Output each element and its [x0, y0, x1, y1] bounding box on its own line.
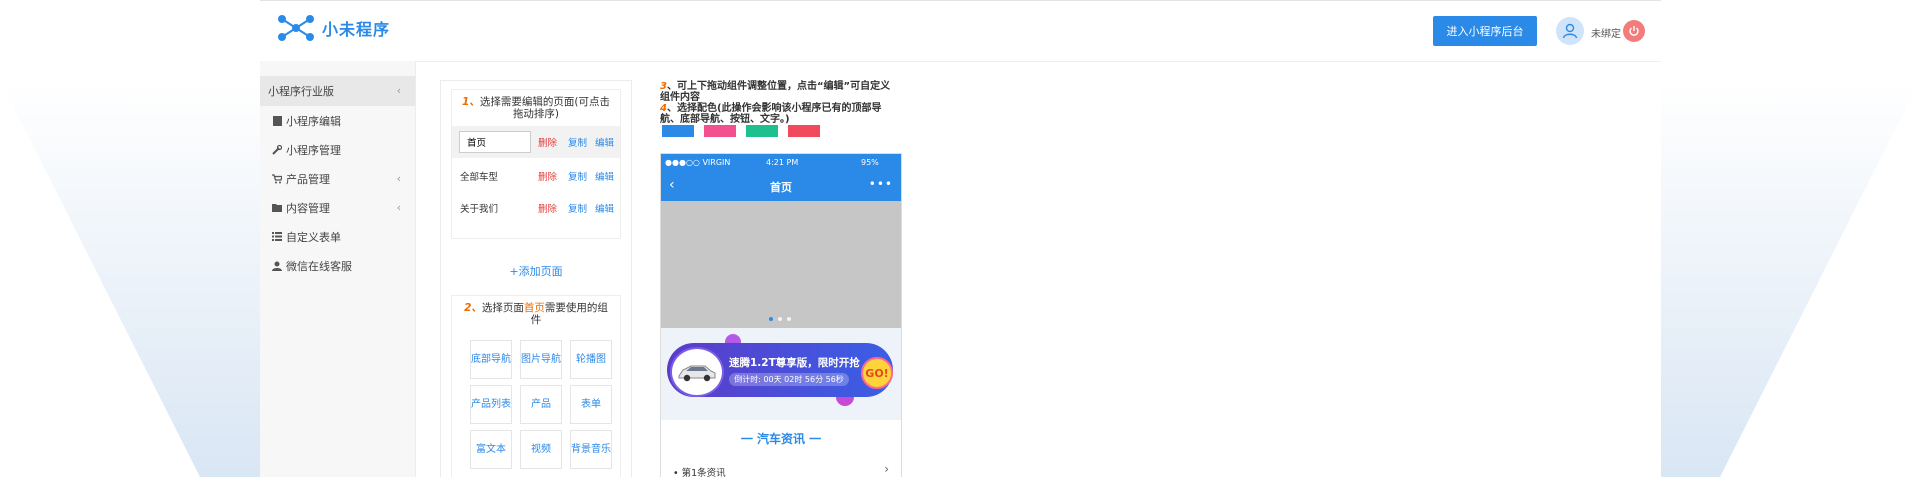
color-swatch-red[interactable]: [788, 125, 820, 137]
edit-link[interactable]: 编辑: [595, 201, 614, 215]
component-product[interactable]: 产品: [520, 385, 562, 424]
copy-link[interactable]: 复制: [568, 169, 587, 183]
component-select-box: 2、选择页面首页需要使用的组件 底部导航 图片导航 轮播图 产品列表 产品 表单…: [451, 295, 621, 477]
sidebar-item-product-manage[interactable]: 产品管理 ‹: [260, 164, 415, 193]
chevron-right-icon: ›: [884, 462, 889, 476]
sidebar-item-label: 内容管理: [286, 201, 330, 215]
page-label: 全部车型: [460, 172, 499, 183]
page-name-input[interactable]: [459, 131, 531, 153]
carousel-dot: [778, 317, 782, 321]
chevron-left-icon: ‹: [396, 84, 401, 97]
component-form[interactable]: 表单: [570, 385, 612, 424]
chevron-left-icon: ‹: [396, 201, 401, 214]
logo-molecule-icon: [278, 15, 314, 41]
avatar[interactable]: [1556, 17, 1584, 45]
component-image-nav[interactable]: 图片导航: [520, 340, 562, 379]
phone-preview: ●●●○○ VIRGIN 4:21 PM 95% ‹ 首页 ••• 速腾1.2T…: [660, 153, 902, 477]
color-swatch-blue[interactable]: [662, 125, 694, 137]
book-icon: [272, 115, 282, 126]
sidebar-item-wechat-service[interactable]: 微信在线客服: [260, 251, 415, 280]
carousel-dots: [769, 317, 796, 321]
delete-link[interactable]: 删除: [538, 201, 557, 215]
news-section: 一 汽车资讯 一 • 第1条资讯 ›: [661, 420, 901, 477]
page-row-home[interactable]: 删除 复制 编辑: [452, 126, 620, 158]
app-window: 小未程序 进入小程序后台 未绑定 小程序行业版 ‹ 小程序编辑 小程序管理 产品…: [260, 0, 1661, 477]
top-header: 小未程序 进入小程序后台 未绑定: [260, 0, 1661, 62]
copy-link[interactable]: 复制: [568, 135, 587, 149]
logo-text: 小未程序: [322, 20, 391, 39]
color-swatch-pink[interactable]: [704, 125, 736, 137]
logo[interactable]: 小未程序: [276, 13, 390, 43]
edit-link[interactable]: 编辑: [595, 135, 614, 149]
delete-link[interactable]: 删除: [538, 135, 557, 149]
banner-headline: 速腾1.2T尊享版，限时开抢: [729, 357, 860, 369]
editor-panel: 1、选择需要编辑的页面(可点击拖动排序) 删除 复制 编辑 全部车型 删除 复制…: [440, 80, 632, 477]
promo-banner[interactable]: 速腾1.2T尊享版，限时开抢 倒计时: 00天 02时 56分 56秒 GO!: [661, 328, 901, 420]
more-icon[interactable]: •••: [869, 177, 893, 191]
sidebar: 小程序行业版 ‹ 小程序编辑 小程序管理 产品管理 ‹ 内容管理 ‹ 自定义表单…: [260, 61, 416, 477]
phone-nav-bar: ‹ 首页 •••: [661, 171, 901, 201]
instructions: 3、可上下拖动组件调整位置，点击“编辑”可自定义组件内容 4、选择配色(此操作会…: [660, 81, 900, 125]
user-name: 未绑定: [1591, 29, 1621, 40]
page-row-all-models[interactable]: 全部车型 删除 复制 编辑: [452, 160, 620, 192]
wrench-icon: [272, 144, 282, 155]
component-carousel[interactable]: 轮播图: [570, 340, 612, 379]
car-icon: [678, 365, 716, 382]
sidebar-item-content-manage[interactable]: 内容管理 ‹: [260, 193, 415, 222]
sidebar-item-label: 小程序管理: [286, 143, 341, 157]
sidebar-item-label: 自定义表单: [286, 230, 341, 244]
component-bg-music[interactable]: 背景音乐: [570, 430, 612, 469]
enter-admin-button[interactable]: 进入小程序后台: [1433, 16, 1537, 46]
cart-icon: [272, 173, 282, 184]
go-badge[interactable]: GO!: [861, 357, 893, 389]
step4-instruction: 4、选择配色(此操作会影响该小程序已有的顶部导航、底部导航、按钮、文字。): [660, 103, 882, 125]
carrier-label: ●●●○○ VIRGIN: [665, 158, 731, 167]
user-icon: [272, 261, 282, 271]
carousel-component[interactable]: [661, 201, 901, 328]
sidebar-item-label: 微信在线客服: [286, 259, 352, 273]
news-list-item[interactable]: • 第1条资讯: [673, 465, 726, 477]
page-row-about-us[interactable]: 关于我们 删除 复制 编辑: [452, 192, 620, 224]
phone-page-title: 首页: [770, 181, 792, 194]
edit-link[interactable]: 编辑: [595, 169, 614, 183]
sidebar-header-label: 小程序行业版: [268, 85, 334, 98]
phone-status-bar: ●●●○○ VIRGIN 4:21 PM 95%: [661, 154, 901, 171]
component-video[interactable]: 视频: [520, 430, 562, 469]
folder-icon: [272, 203, 282, 213]
delete-link[interactable]: 删除: [538, 169, 557, 183]
time-label: 4:21 PM: [766, 158, 799, 167]
carousel-dot: [769, 317, 773, 321]
copy-link[interactable]: 复制: [568, 201, 587, 215]
carousel-dot: [787, 317, 791, 321]
sidebar-item-label: 产品管理: [286, 172, 330, 186]
step1-title: 1、选择需要编辑的页面(可点击拖动排序): [462, 96, 610, 120]
component-rich-text[interactable]: 富文本: [470, 430, 512, 469]
banner-countdown: 倒计时: 00天 02时 56分 56秒: [729, 373, 849, 386]
page-select-box: 1、选择需要编辑的页面(可点击拖动排序) 删除 复制 编辑 全部车型 删除 复制…: [451, 89, 621, 239]
chevron-left-icon: ‹: [396, 172, 401, 185]
battery-label: 95%: [861, 158, 879, 167]
component-bottom-nav[interactable]: 底部导航: [470, 340, 512, 379]
step3-instruction: 3、可上下拖动组件调整位置，点击“编辑”可自定义组件内容: [660, 81, 891, 103]
add-page-link[interactable]: +添加页面: [441, 263, 631, 279]
sidebar-item-label: 小程序编辑: [286, 114, 341, 128]
component-product-list[interactable]: 产品列表: [470, 385, 512, 424]
page-label: 关于我们: [460, 204, 499, 215]
color-swatch-green[interactable]: [746, 125, 778, 137]
color-swatches: [662, 125, 830, 137]
sidebar-item-custom-form[interactable]: 自定义表单: [260, 222, 415, 251]
step2-title: 2、选择页面首页需要使用的组件: [464, 302, 608, 326]
sidebar-item-miniprogram-manage[interactable]: 小程序管理: [260, 135, 415, 164]
car-image: [670, 347, 724, 397]
list-icon: [272, 232, 282, 242]
sidebar-item-miniprogram-edit[interactable]: 小程序编辑: [260, 106, 415, 135]
power-icon: [1629, 26, 1639, 36]
news-section-title: 一 汽车资讯 一: [740, 432, 822, 446]
logout-button[interactable]: [1623, 20, 1645, 42]
sidebar-header[interactable]: 小程序行业版 ‹: [260, 76, 415, 106]
user-icon: [1562, 23, 1578, 39]
